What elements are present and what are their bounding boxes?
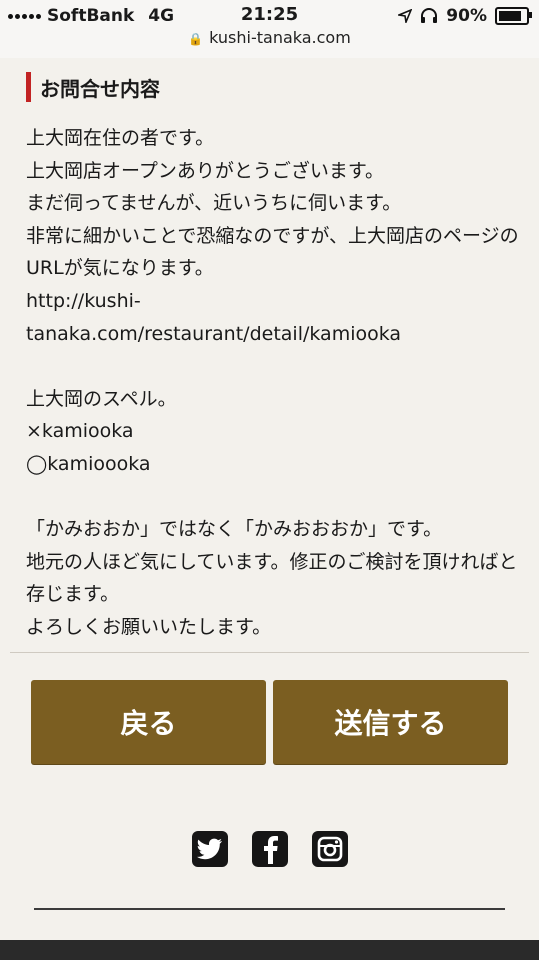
inquiry-message: 上大岡在住の者です。 上大岡店オープンありがとうございます。 まだ伺ってませんが… bbox=[26, 127, 519, 638]
divider bbox=[10, 652, 529, 653]
heading-accent-bar bbox=[26, 72, 31, 102]
footer-divider bbox=[34, 908, 505, 910]
status-right: 90% bbox=[398, 5, 532, 27]
section-title: お問合せ内容 bbox=[40, 76, 160, 101]
url-text: kushi-tanaka.com bbox=[209, 28, 351, 47]
lock-icon: 🔒 bbox=[188, 32, 204, 46]
social-links bbox=[0, 831, 539, 867]
facebook-icon[interactable] bbox=[251, 831, 288, 867]
status-bar: SoftBank 4G 21:25 90% 🔒 kushi-tanaka.com bbox=[0, 0, 539, 59]
section-heading: お問合せ内容 bbox=[26, 72, 160, 102]
twitter-icon[interactable] bbox=[191, 831, 228, 867]
headphones-icon bbox=[421, 8, 438, 23]
back-button[interactable]: 戻る bbox=[31, 680, 266, 764]
battery-icon bbox=[495, 7, 532, 25]
address-bar[interactable]: 🔒 kushi-tanaka.com bbox=[0, 28, 539, 47]
send-button[interactable]: 送信する bbox=[273, 680, 508, 764]
page-content: お問合せ内容 上大岡在住の者です。 上大岡店オープンありがとうございます。 まだ… bbox=[0, 58, 539, 940]
location-icon bbox=[398, 9, 413, 23]
bottom-bar bbox=[0, 940, 539, 960]
battery-percent: 90% bbox=[446, 6, 487, 26]
instagram-icon[interactable] bbox=[311, 831, 348, 867]
